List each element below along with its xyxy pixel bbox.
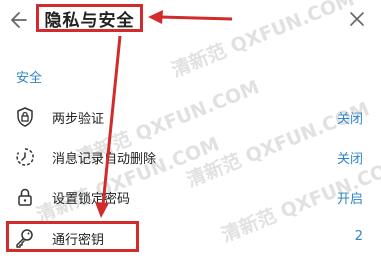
row-value: 关闭 — [336, 112, 363, 127]
close-icon — [350, 12, 364, 26]
row-set-lock-password[interactable]: 设置锁定密码 开启 — [0, 181, 381, 211]
timer-icon — [14, 146, 36, 168]
section-label-security: 安全 — [16, 71, 43, 86]
page-title: 隐私与安全 — [44, 10, 135, 31]
row-auto-delete-messages[interactable]: 消息记录自动删除 关闭 — [0, 141, 381, 171]
row-value: 2 — [354, 229, 363, 244]
row-label: 消息记录自动删除 — [52, 152, 157, 167]
lock-shield-icon — [14, 106, 36, 128]
row-two-step-verification[interactable]: 两步验证 关闭 — [0, 101, 381, 131]
arrow-left-icon — [11, 12, 27, 28]
lock-icon — [14, 186, 36, 208]
row-label: 设置锁定密码 — [52, 192, 131, 207]
close-button[interactable] — [348, 10, 366, 28]
row-value: 关闭 — [336, 152, 363, 167]
passkey-highlight-box — [6, 221, 139, 252]
header-bar: 隐私与安全 — [0, 0, 381, 42]
title-highlight-box: 隐私与安全 — [36, 4, 143, 32]
back-button[interactable] — [10, 9, 28, 31]
row-value: 开启 — [336, 192, 363, 207]
row-label: 两步验证 — [52, 112, 105, 127]
